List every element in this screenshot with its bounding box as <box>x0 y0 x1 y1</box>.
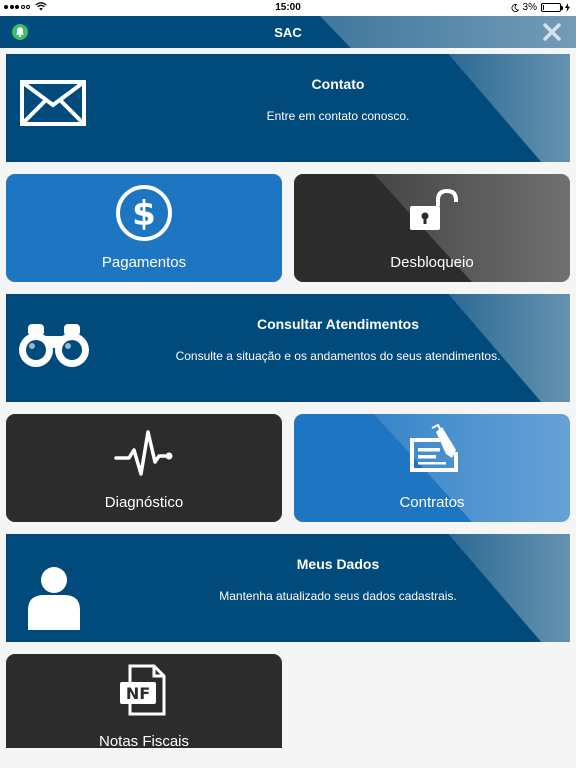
nf-text: NF <box>126 684 150 703</box>
envelope-icon <box>20 80 86 126</box>
nf-document-icon: NF <box>120 664 166 716</box>
pulse-icon <box>114 430 173 476</box>
nav-bar: SAC <box>0 16 576 48</box>
status-time: 15:00 <box>275 2 301 13</box>
card-sheen <box>448 54 570 162</box>
battery-fill <box>543 5 544 10</box>
contato-description: Entre em contato conosco. <box>266 109 410 123</box>
close-icon[interactable] <box>542 22 562 42</box>
contato-title: Contato <box>311 76 365 92</box>
card-sheen <box>448 294 570 402</box>
contratos-tile[interactable]: Contratos <box>294 414 570 522</box>
meus-dados-card[interactable]: Meus Dados Mantenha atualizado seus dado… <box>6 534 570 642</box>
desbloqueio-label: Desbloqueio <box>390 254 474 271</box>
notas-fiscais-tile[interactable]: NF Notas Fiscais <box>6 654 282 748</box>
charging-bolt-icon <box>565 3 570 12</box>
unlock-icon <box>410 188 458 230</box>
moon-icon <box>511 3 519 12</box>
consultar-title: Consultar Atendimentos <box>256 316 420 332</box>
card-sheen <box>448 534 570 642</box>
contato-card[interactable]: Contato Entre em contato conosco. <box>6 54 570 162</box>
dollar-icon: $ <box>116 185 172 241</box>
consultar-description: Consulte a situação e os andamentos do s… <box>175 349 501 363</box>
battery-percent: 3% <box>522 2 537 13</box>
notas-fiscais-label: Notas Fiscais <box>98 733 190 748</box>
status-bar: 15:00 3% <box>0 0 576 16</box>
nav-title: SAC <box>274 25 302 40</box>
consultar-atendimentos-card[interactable]: Consultar Atendimentos Consulte a situaç… <box>6 294 570 402</box>
status-right: 3% <box>511 2 570 13</box>
meus-dados-description: Mantenha atualizado seus dados cadastrai… <box>219 589 457 603</box>
meus-dados-title: Meus Dados <box>296 556 380 572</box>
desbloqueio-tile[interactable]: Desbloqueio <box>294 174 570 282</box>
contratos-label: Contratos <box>399 494 465 511</box>
pagamentos-label: Pagamentos <box>101 254 187 271</box>
diagnostico-label: Diagnóstico <box>104 494 184 511</box>
user-icon <box>28 567 80 630</box>
svg-text:$: $ <box>132 194 156 234</box>
pagamentos-tile[interactable]: $ Pagamentos <box>6 174 282 282</box>
battery-icon <box>541 3 563 12</box>
binoculars-icon <box>19 324 89 367</box>
diagnostico-tile[interactable]: Diagnóstico <box>6 414 282 522</box>
contract-icon <box>410 424 458 472</box>
